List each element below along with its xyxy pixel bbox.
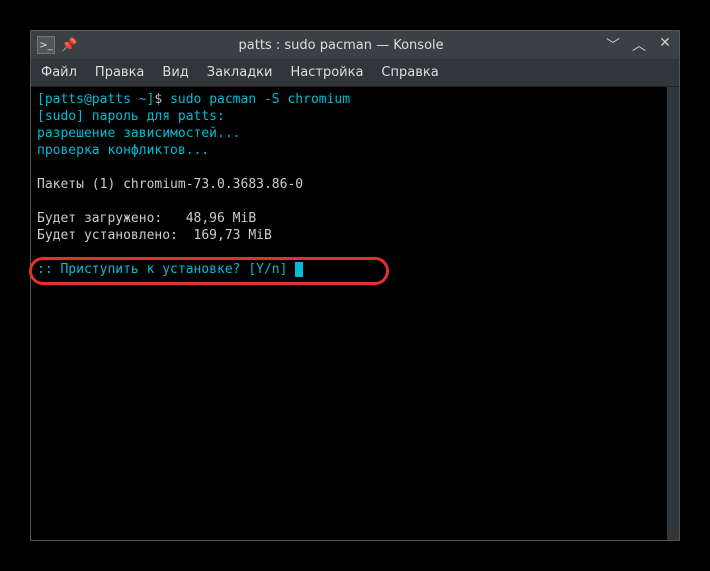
- window-title: patts : sudo pacman — Konsole: [77, 38, 605, 53]
- confirm-line: :: Приступить к установке? [Y/n]: [37, 261, 661, 278]
- menu-help[interactable]: Справка: [381, 65, 438, 80]
- terminal-icon: >_: [37, 36, 55, 54]
- prompt-dollar: $: [154, 92, 170, 107]
- menu-file[interactable]: Файл: [41, 65, 77, 80]
- packages-line: Пакеты (1) chromium-73.0.3683.86-0: [37, 176, 661, 193]
- window-controls: ﹀ ︿ ✕: [605, 35, 673, 55]
- prompt-user: patts@patts: [45, 92, 131, 107]
- prompt-open: [: [37, 92, 45, 107]
- close-button[interactable]: ✕: [657, 35, 673, 55]
- confirm-prompt-text: :: Приступить к установке? [Y/n]: [37, 262, 295, 277]
- menu-edit[interactable]: Правка: [95, 65, 144, 80]
- sudo-password-line: [sudo] пароль для patts:: [37, 108, 661, 125]
- install-size-line: Будет установлено: 169,73 MiB: [37, 227, 661, 244]
- titlebar-left: >_ 📌: [37, 36, 77, 54]
- blank-line-1: [37, 159, 661, 176]
- menu-settings[interactable]: Настройка: [290, 65, 363, 80]
- menubar: Файл Правка Вид Закладки Настройка Справ…: [31, 59, 679, 87]
- pin-icon[interactable]: 📌: [61, 38, 77, 53]
- cursor: [295, 262, 303, 277]
- konsole-window: >_ 📌 patts : sudo pacman — Konsole ﹀ ︿ ✕…: [30, 30, 680, 541]
- resolve-deps-line: разрешение зависимостей...: [37, 125, 661, 142]
- check-conflicts-line: проверка конфликтов...: [37, 142, 661, 159]
- titlebar: >_ 📌 patts : sudo pacman — Konsole ﹀ ︿ ✕: [31, 31, 679, 59]
- blank-line-2: [37, 193, 661, 210]
- download-size-line: Будет загружено: 48,96 MiB: [37, 210, 661, 227]
- minimize-button[interactable]: ﹀: [605, 35, 621, 55]
- blank-line-3: [37, 244, 661, 261]
- maximize-button[interactable]: ︿: [631, 35, 647, 55]
- command-text: sudo pacman -S chromium: [170, 92, 350, 107]
- menu-bookmarks[interactable]: Закладки: [207, 65, 273, 80]
- terminal-icon-glyph: >_: [39, 40, 52, 51]
- terminal-area[interactable]: [patts@patts ~]$ sudo pacman -S chromium…: [31, 87, 679, 540]
- menu-view[interactable]: Вид: [162, 65, 188, 80]
- prompt-path: ~: [131, 92, 147, 107]
- prompt-line: [patts@patts ~]$ sudo pacman -S chromium: [37, 91, 661, 108]
